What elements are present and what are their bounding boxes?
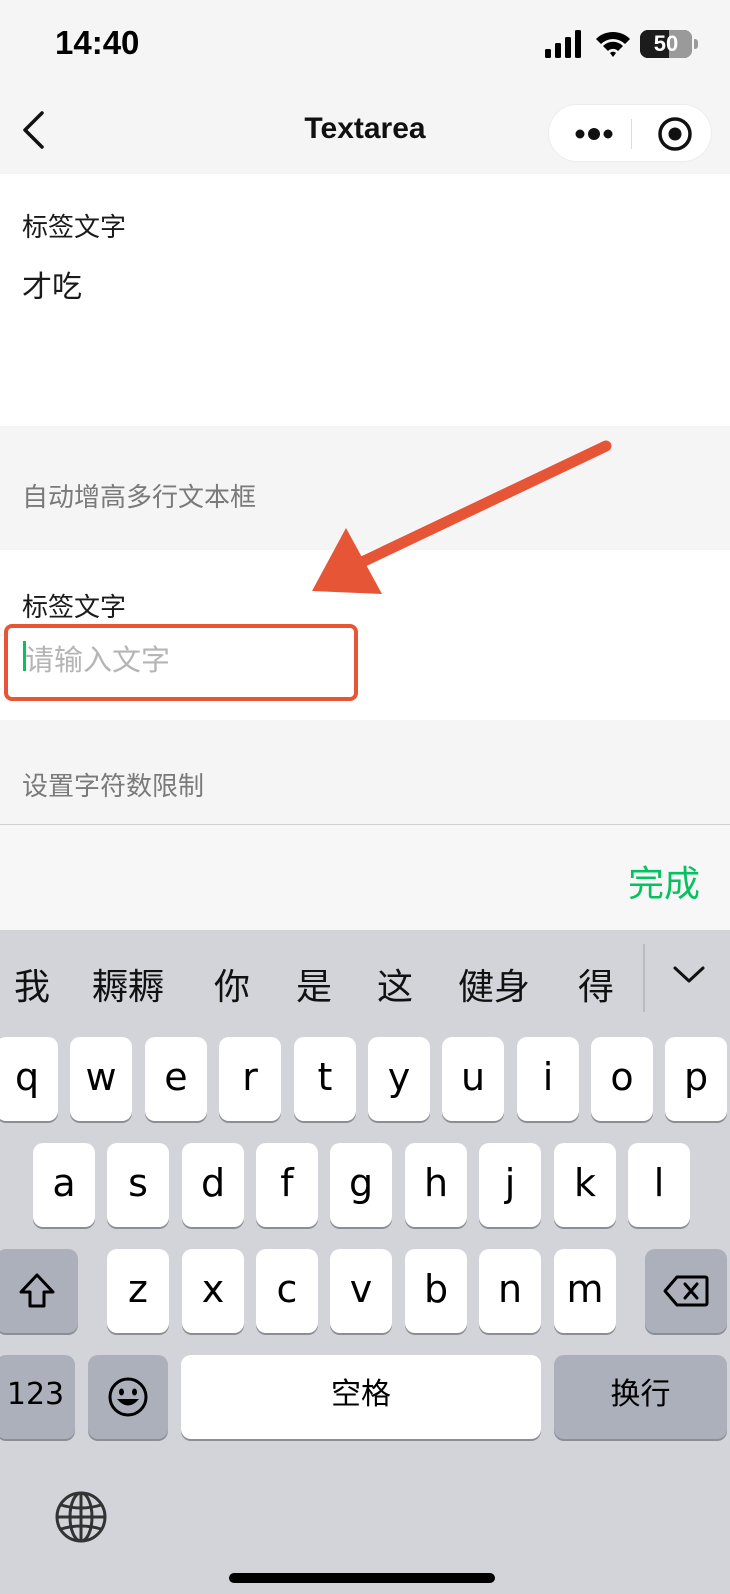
battery-nub [694, 39, 698, 49]
key-j[interactable]: j [479, 1143, 541, 1227]
key-m[interactable]: m [554, 1249, 616, 1333]
key-y[interactable]: y [368, 1037, 430, 1121]
candidate-bar: 我 耨耨 你 是 这 健身 得 [0, 930, 730, 1026]
key-e[interactable]: e [145, 1037, 207, 1121]
key-o[interactable]: o [591, 1037, 653, 1121]
battery-icon: 50 [640, 30, 692, 58]
key-k[interactable]: k [554, 1143, 616, 1227]
key-g[interactable]: g [330, 1143, 392, 1227]
key-a[interactable]: a [33, 1143, 95, 1227]
annotation-arrow [312, 440, 612, 594]
key-q[interactable]: q [0, 1037, 58, 1121]
signal-icon [545, 30, 581, 58]
chevron-down-icon[interactable] [672, 964, 706, 986]
nav-bar: Textarea [0, 90, 730, 174]
status-bar: 14:40 50 [0, 0, 730, 90]
key-c[interactable]: c [256, 1249, 318, 1333]
shift-icon [19, 1273, 55, 1308]
globe-icon[interactable] [54, 1490, 108, 1544]
keyboard-accessory-bar: 完成 [0, 824, 730, 930]
textarea-value[interactable]: 才吃 [22, 262, 82, 306]
key-r[interactable]: r [219, 1037, 281, 1121]
keyboard: 我 耨耨 你 是 这 健身 得 q w e r t y u i o p a s … [0, 930, 730, 1594]
candidate-item[interactable]: 我 [14, 958, 50, 1010]
home-indicator [229, 1573, 495, 1583]
candidate-item[interactable]: 得 [578, 958, 614, 1010]
record-icon[interactable] [657, 116, 693, 152]
key-z[interactable]: z [107, 1249, 169, 1333]
key-h[interactable]: h [405, 1143, 467, 1227]
backspace-key[interactable] [645, 1249, 727, 1333]
shift-key[interactable] [0, 1249, 78, 1333]
key-f[interactable]: f [256, 1143, 318, 1227]
key-u[interactable]: u [442, 1037, 504, 1121]
emoji-key[interactable] [88, 1355, 168, 1439]
key-n[interactable]: n [479, 1249, 541, 1333]
candidate-item[interactable]: 是 [296, 958, 332, 1010]
key-v[interactable]: v [330, 1249, 392, 1333]
textarea-input[interactable]: 请输入文字 [25, 637, 170, 679]
key-i[interactable]: i [517, 1037, 579, 1121]
backspace-icon [663, 1275, 709, 1307]
section-title-char-limit: 设置字符数限制 [22, 772, 205, 802]
key-b[interactable]: b [405, 1249, 467, 1333]
return-key[interactable]: 换行 [554, 1355, 727, 1439]
candidate-divider [643, 944, 645, 1012]
menu-capsule [548, 104, 712, 162]
candidate-item[interactable]: 你 [214, 958, 250, 1010]
space-key[interactable]: 空格 [181, 1355, 541, 1439]
status-time: 14:40 [55, 24, 140, 61]
more-icon[interactable] [575, 125, 613, 143]
emoji-icon [108, 1377, 148, 1417]
capsule-divider [631, 119, 632, 149]
section-title-auto-height: 自动增高多行文本框 [22, 483, 257, 513]
numbers-key[interactable]: 123 [0, 1355, 75, 1439]
done-button[interactable]: 完成 [628, 855, 700, 907]
key-p[interactable]: p [665, 1037, 727, 1121]
key-t[interactable]: t [294, 1037, 356, 1121]
candidate-item[interactable]: 健身 [458, 958, 530, 1010]
field-label: 标签文字 [22, 213, 127, 243]
key-w[interactable]: w [70, 1037, 132, 1121]
field-label-2: 标签文字 [22, 593, 127, 623]
wifi-icon [596, 31, 630, 57]
key-s[interactable]: s [107, 1143, 169, 1227]
candidate-item[interactable]: 耨耨 [92, 958, 164, 1010]
key-l[interactable]: l [628, 1143, 690, 1227]
battery-level: 50 [653, 31, 679, 56]
key-x[interactable]: x [182, 1249, 244, 1333]
key-d[interactable]: d [182, 1143, 244, 1227]
candidate-item[interactable]: 这 [377, 958, 413, 1010]
